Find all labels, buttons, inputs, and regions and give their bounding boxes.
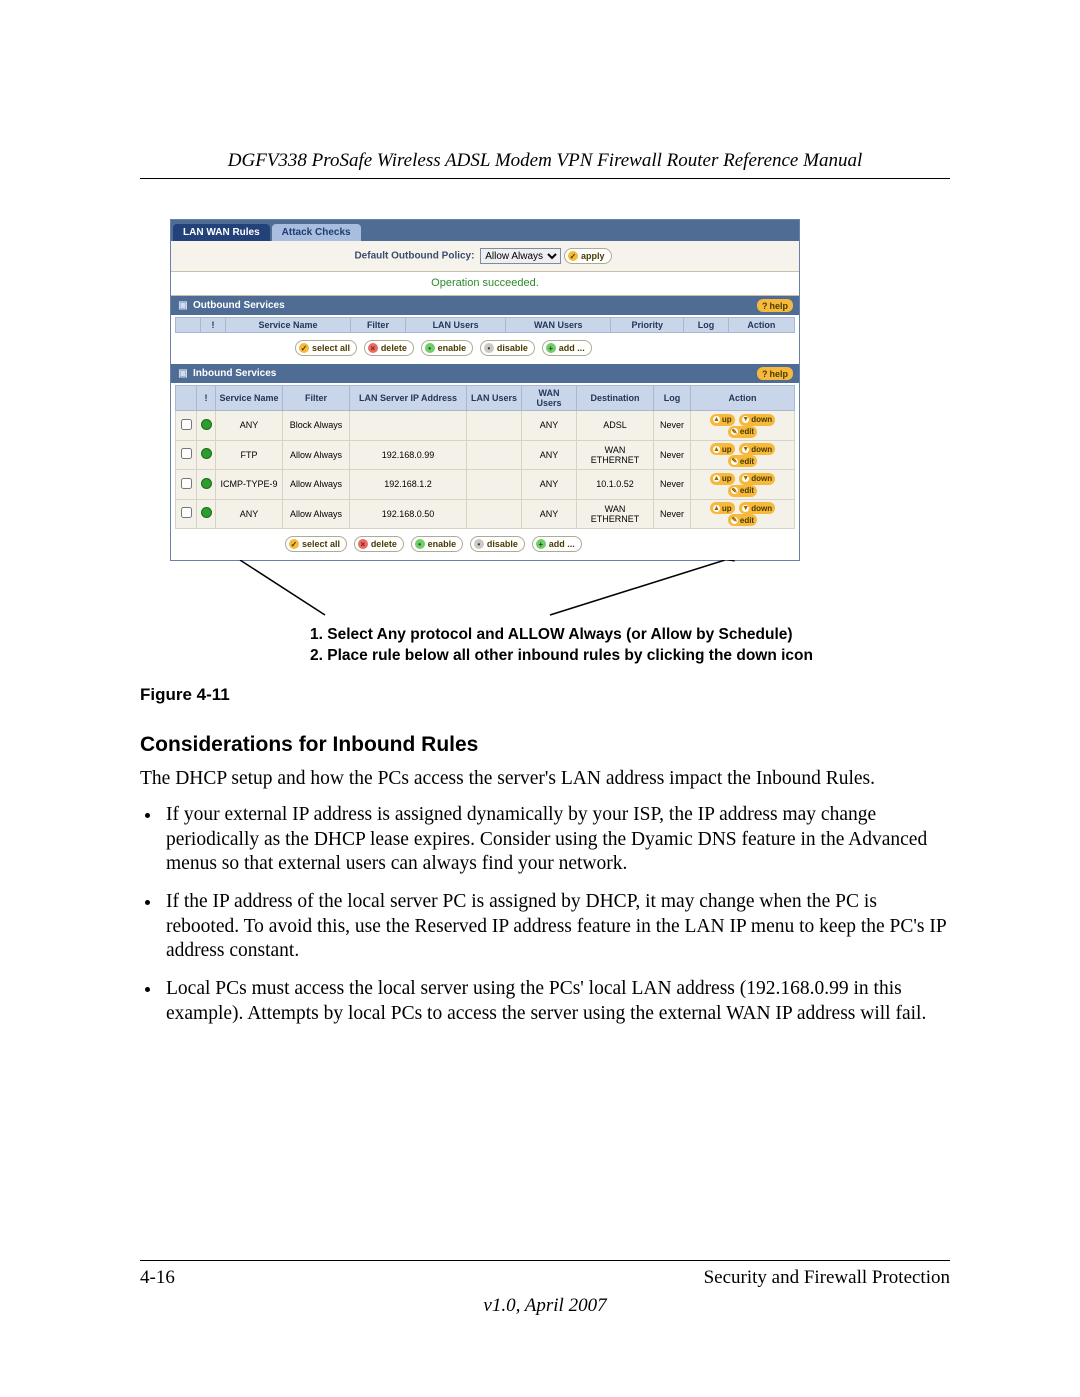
x-icon: ×	[358, 539, 368, 549]
callout-arrows	[170, 585, 800, 625]
table-row: ANY Block Always ANY ADSL Never ▲up ▼dow…	[176, 411, 795, 441]
inbound-table: ! Service Name Filter LAN Server IP Addr…	[175, 385, 795, 529]
list-item: If your external IP address is assigned …	[162, 803, 950, 876]
list-item: If the IP address of the local server PC…	[162, 890, 950, 963]
help-button[interactable]: ?help	[757, 367, 793, 380]
annotation-captions: 1. Select Any protocol and ALLOW Always …	[310, 625, 950, 667]
up-icon: ▲	[713, 505, 720, 512]
x-icon: ×	[368, 343, 378, 353]
outbound-title: Outbound Services	[193, 300, 285, 311]
plus-icon: +	[546, 343, 556, 353]
add-button[interactable]: +add ...	[532, 536, 582, 552]
edit-button[interactable]: ✎edit	[728, 514, 757, 526]
chapter-title: Security and Firewall Protection	[704, 1267, 950, 1289]
status-dot-icon	[201, 419, 212, 430]
router-screenshot: LAN WAN Rules Attack Checks Default Outb…	[170, 219, 800, 561]
table-row: ANY Allow Always 192.168.0.50 ANY WAN ET…	[176, 499, 795, 529]
row-checkbox[interactable]	[181, 478, 192, 489]
edit-button[interactable]: ✎edit	[728, 485, 757, 497]
table-row: FTP Allow Always 192.168.0.99 ANY WAN ET…	[176, 440, 795, 470]
inbound-title: Inbound Services	[193, 368, 276, 379]
policy-bar: Default Outbound Policy: Allow Always ✓ …	[171, 241, 799, 272]
up-button[interactable]: ▲up	[710, 443, 735, 455]
up-button[interactable]: ▲up	[710, 473, 735, 485]
outbound-table: ! Service Name Filter LAN Users WAN User…	[175, 317, 795, 333]
dot-icon: •	[415, 539, 425, 549]
caption-2: 2. Place rule below all other inbound ru…	[310, 646, 950, 667]
doc-header: DGFV338 ProSafe Wireless ADSL Modem VPN …	[140, 150, 950, 179]
add-button[interactable]: +add ...	[542, 340, 592, 356]
select-all-button[interactable]: ✓select all	[295, 340, 357, 356]
check-icon: ✓	[289, 539, 299, 549]
dot-icon: •	[474, 539, 484, 549]
enable-button[interactable]: •enable	[421, 340, 474, 356]
dot-icon: •	[425, 343, 435, 353]
row-checkbox[interactable]	[181, 419, 192, 430]
tab-attack-checks[interactable]: Attack Checks	[272, 224, 361, 241]
inbound-button-row: ✓select all ×delete •enable •disable +ad…	[281, 534, 799, 560]
edit-icon: ✎	[731, 428, 738, 435]
up-icon: ▲	[713, 416, 720, 423]
status-dot-icon	[201, 507, 212, 518]
help-button[interactable]: ?help	[757, 299, 793, 312]
figure-label: Figure 4-11	[140, 685, 950, 705]
apply-button[interactable]: ✓ apply	[564, 248, 612, 264]
enable-button[interactable]: •enable	[411, 536, 464, 552]
list-item: Local PCs must access the local server u…	[162, 977, 950, 1026]
delete-button[interactable]: ×delete	[354, 536, 404, 552]
disable-button[interactable]: •disable	[480, 340, 535, 356]
page-footer: 4-16 Security and Firewall Protection v1…	[140, 1260, 950, 1317]
check-icon: ✓	[568, 251, 578, 261]
status-dot-icon	[201, 448, 212, 459]
tabs-bar: LAN WAN Rules Attack Checks	[171, 220, 799, 241]
apply-label: apply	[581, 251, 605, 261]
page-number: 4-16	[140, 1267, 175, 1289]
outbound-services-header: ▣ Outbound Services ?help	[171, 296, 799, 315]
down-button[interactable]: ▼down	[739, 443, 775, 455]
delete-button[interactable]: ×delete	[364, 340, 414, 356]
collapse-icon[interactable]: ▣	[177, 368, 189, 379]
inbound-services-header: ▣ Inbound Services ?help	[171, 364, 799, 383]
dot-icon: •	[484, 343, 494, 353]
edit-button[interactable]: ✎edit	[728, 426, 757, 438]
select-all-button[interactable]: ✓select all	[285, 536, 347, 552]
row-checkbox[interactable]	[181, 507, 192, 518]
disable-button[interactable]: •disable	[470, 536, 525, 552]
bullet-list: If your external IP address is assigned …	[140, 803, 950, 1026]
status-message: Operation succeeded.	[171, 272, 799, 296]
up-button[interactable]: ▲up	[710, 414, 735, 426]
down-button[interactable]: ▼down	[739, 502, 775, 514]
edit-icon: ✎	[731, 517, 738, 524]
down-button[interactable]: ▼down	[739, 414, 775, 426]
down-icon: ▼	[742, 475, 749, 482]
edit-icon: ✎	[731, 487, 738, 494]
up-icon: ▲	[713, 475, 720, 482]
tab-lan-wan-rules[interactable]: LAN WAN Rules	[173, 224, 270, 241]
section-heading: Considerations for Inbound Rules	[140, 733, 950, 757]
edit-icon: ✎	[731, 458, 738, 465]
default-outbound-policy-label: Default Outbound Policy:	[354, 251, 474, 262]
intro-paragraph: The DHCP setup and how the PCs access th…	[140, 767, 950, 791]
collapse-icon[interactable]: ▣	[177, 300, 189, 311]
row-checkbox[interactable]	[181, 448, 192, 459]
table-row: ICMP-TYPE-9 Allow Always 192.168.1.2 ANY…	[176, 470, 795, 500]
up-icon: ▲	[713, 446, 720, 453]
outbound-button-row: ✓select all ×delete •enable •disable +ad…	[291, 338, 799, 364]
edit-button[interactable]: ✎edit	[728, 455, 757, 467]
status-dot-icon	[201, 478, 212, 489]
up-button[interactable]: ▲up	[710, 502, 735, 514]
down-icon: ▼	[742, 505, 749, 512]
down-icon: ▼	[742, 446, 749, 453]
plus-icon: +	[536, 539, 546, 549]
version-footer: v1.0, April 2007	[140, 1295, 950, 1317]
down-icon: ▼	[742, 416, 749, 423]
default-outbound-policy-select[interactable]: Allow Always	[480, 248, 561, 264]
check-icon: ✓	[299, 343, 309, 353]
down-button[interactable]: ▼down	[739, 473, 775, 485]
